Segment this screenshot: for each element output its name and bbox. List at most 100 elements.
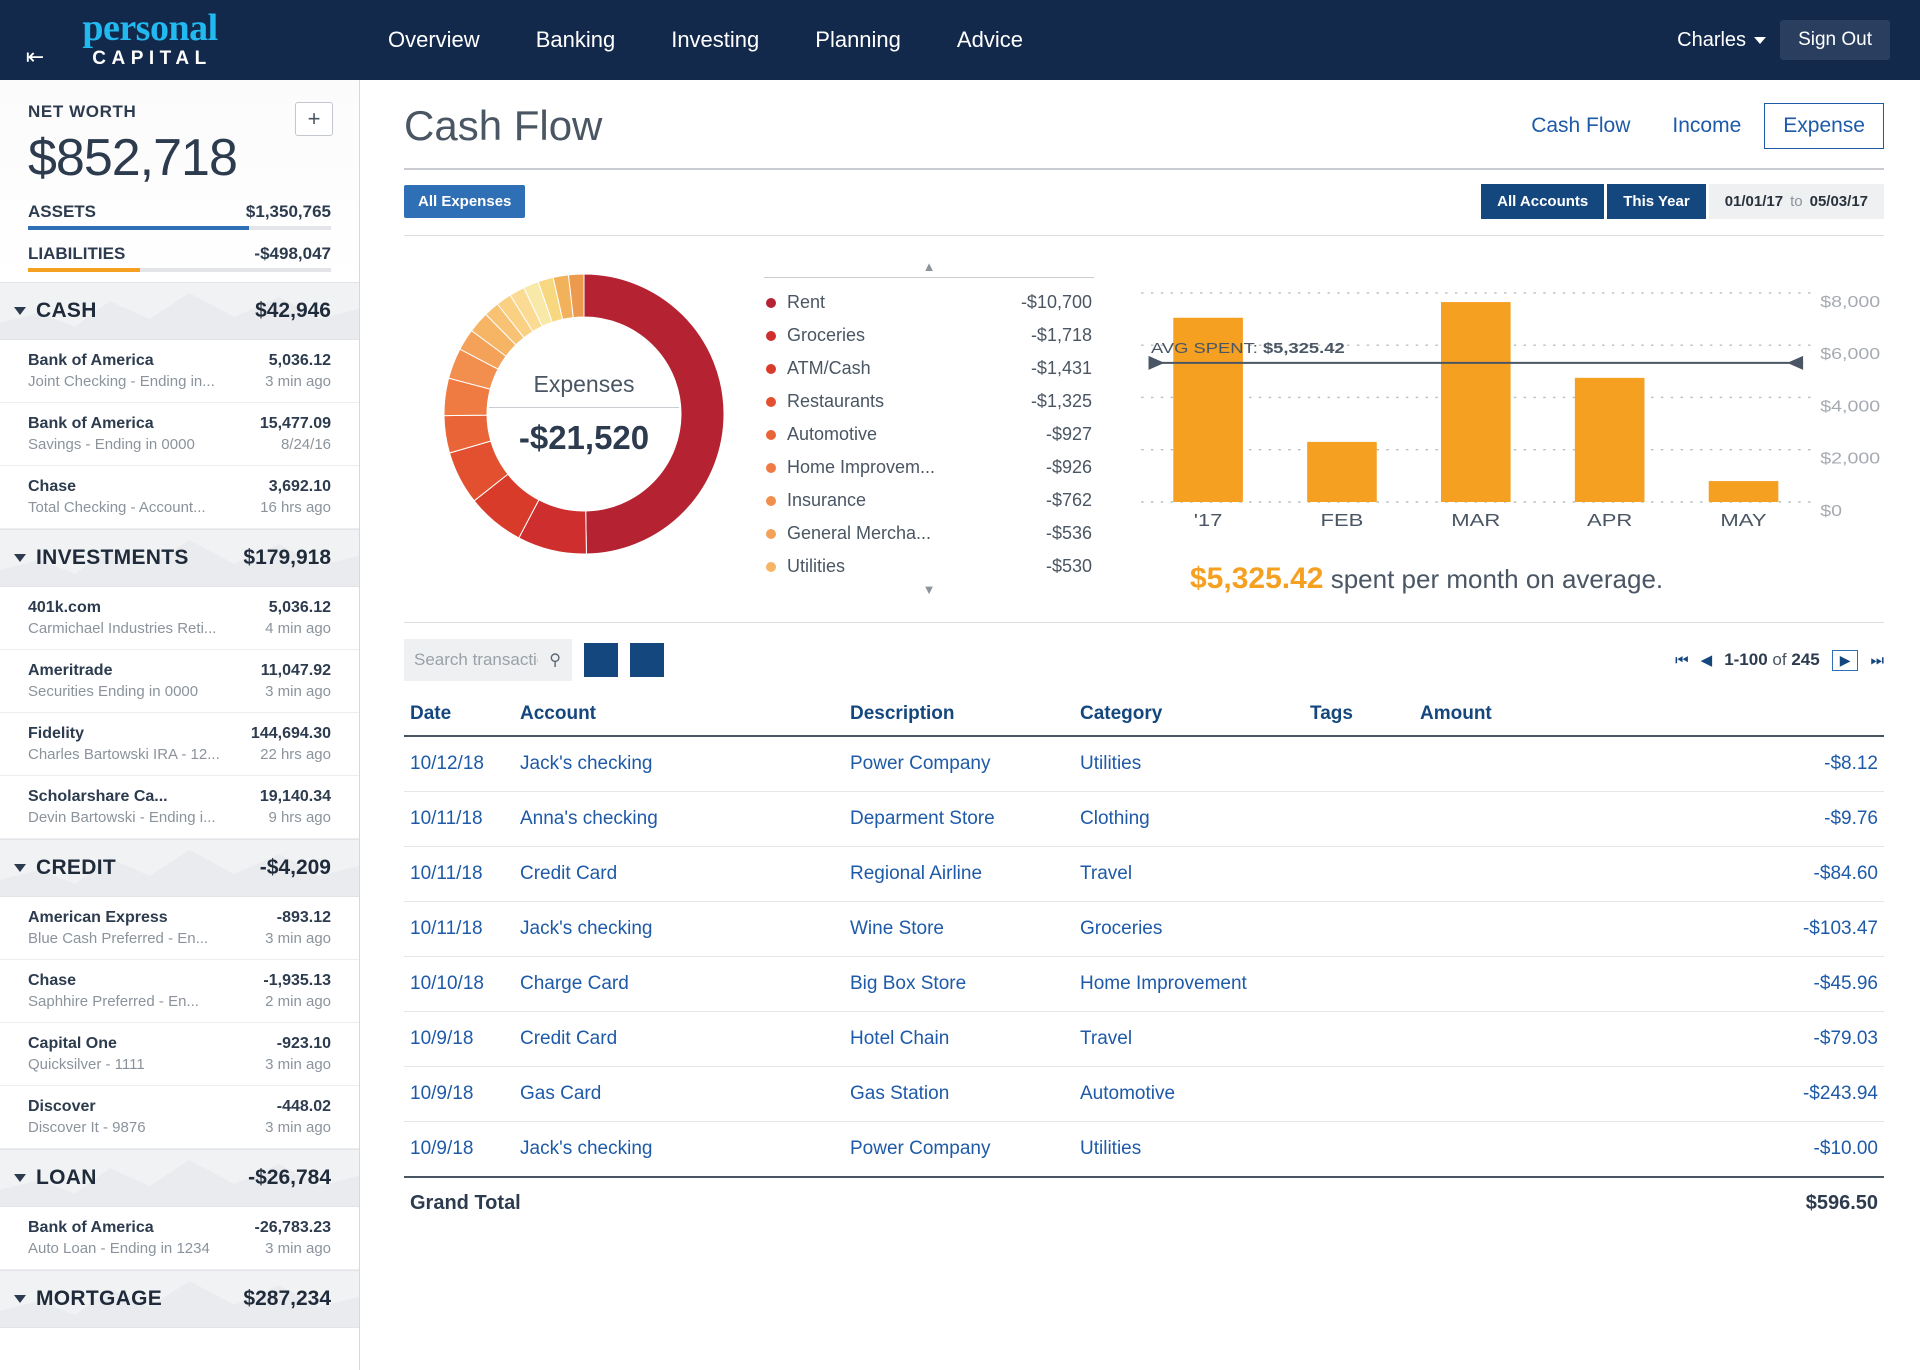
sidebar-section-header-mortgage[interactable]: MORTGAGE $287,234 bbox=[0, 1270, 359, 1328]
cell-date[interactable]: 10/12/18 bbox=[404, 736, 514, 792]
column-header-category[interactable]: Category bbox=[1074, 695, 1304, 737]
next-page-icon[interactable]: ▶ bbox=[1831, 649, 1859, 671]
cell-description[interactable]: Regional Airline bbox=[844, 846, 1074, 902]
tab-cash-flow[interactable]: Cash Flow bbox=[1512, 103, 1649, 149]
legend-item[interactable]: Groceries -$1,718 bbox=[764, 319, 1094, 352]
cell-tags[interactable] bbox=[1304, 1066, 1414, 1122]
cell-account[interactable]: Jack's checking bbox=[514, 1121, 844, 1178]
account-row[interactable]: Chase Total Checking - Account... 3,692.10… bbox=[0, 466, 359, 529]
cell-amount[interactable]: -$9.76 bbox=[1414, 791, 1884, 847]
account-row[interactable]: Bank of America Joint Checking - Ending i… bbox=[0, 340, 359, 403]
period-filter-button[interactable]: This Year bbox=[1607, 184, 1706, 219]
nav-item-planning[interactable]: Planning bbox=[787, 17, 929, 63]
add-account-button[interactable]: + bbox=[295, 102, 333, 136]
cell-category[interactable]: Travel bbox=[1074, 846, 1304, 902]
nav-item-investing[interactable]: Investing bbox=[643, 17, 787, 63]
cell-description[interactable]: Power Company bbox=[844, 736, 1074, 792]
table-row[interactable]: 10/9/18 Jack's checking Power Company Utili… bbox=[404, 1121, 1884, 1178]
cell-description[interactable]: Wine Store bbox=[844, 901, 1074, 957]
cell-category[interactable]: Automotive bbox=[1074, 1066, 1304, 1122]
legend-item[interactable]: General Mercha... -$536 bbox=[764, 517, 1094, 550]
account-row[interactable]: Bank of America Savings - Ending in 0000 1… bbox=[0, 403, 359, 466]
cell-category[interactable]: Utilities bbox=[1074, 1121, 1304, 1178]
sidebar-section-header-credit[interactable]: CREDIT -$4,209 bbox=[0, 839, 359, 897]
sidebar-section-header-loan[interactable]: LOAN -$26,784 bbox=[0, 1149, 359, 1207]
account-row[interactable]: 401k.com Carmichael Industries Reti... 5,0… bbox=[0, 587, 359, 650]
legend-scroll-down-icon[interactable]: ▼ bbox=[764, 583, 1094, 596]
search-transactions-box[interactable]: ⚲ bbox=[404, 639, 572, 681]
cell-description[interactable]: Gas Station bbox=[844, 1066, 1074, 1122]
column-header-description[interactable]: Description bbox=[844, 695, 1074, 737]
legend-item[interactable]: Rent -$10,700 bbox=[764, 286, 1094, 319]
legend-item[interactable]: ATM/Cash -$1,431 bbox=[764, 352, 1094, 385]
sidebar-section-header-investments[interactable]: INVESTMENTS $179,918 bbox=[0, 529, 359, 587]
cell-tags[interactable] bbox=[1304, 956, 1414, 1012]
cell-category[interactable]: Groceries bbox=[1074, 901, 1304, 957]
legend-item[interactable]: Home Improvem... -$926 bbox=[764, 451, 1094, 484]
cell-account[interactable]: Jack's checking bbox=[514, 901, 844, 957]
cell-description[interactable]: Power Company bbox=[844, 1121, 1074, 1178]
date-range-picker[interactable]: 01/01/17 to 05/03/17 bbox=[1708, 184, 1884, 219]
cell-tags[interactable] bbox=[1304, 1121, 1414, 1178]
cell-category[interactable]: Utilities bbox=[1074, 736, 1304, 792]
account-row[interactable]: American Express Blue Cash Preferred - En… bbox=[0, 897, 359, 960]
cell-category[interactable]: Home Improvement bbox=[1074, 956, 1304, 1012]
legend-item[interactable]: Insurance -$762 bbox=[764, 484, 1094, 517]
cell-account[interactable]: Charge Card bbox=[514, 956, 844, 1012]
cell-amount[interactable]: -$243.94 bbox=[1414, 1066, 1884, 1122]
cell-description[interactable]: Deparment Store bbox=[844, 791, 1074, 847]
table-row[interactable]: 10/9/18 Credit Card Hotel Chain Travel -$79.… bbox=[404, 1011, 1884, 1067]
column-header-account[interactable]: Account bbox=[514, 695, 844, 737]
cell-date[interactable]: 10/9/18 bbox=[404, 1011, 514, 1067]
cell-date[interactable]: 10/9/18 bbox=[404, 1066, 514, 1122]
legend-item[interactable]: Utilities -$530 bbox=[764, 550, 1094, 583]
export-icon-button[interactable] bbox=[630, 643, 664, 677]
account-row[interactable]: Scholarshare Ca... Devin Bartowski - Endi… bbox=[0, 776, 359, 839]
cell-account[interactable]: Credit Card bbox=[514, 846, 844, 902]
cell-date[interactable]: 10/11/18 bbox=[404, 791, 514, 847]
nav-item-advice[interactable]: Advice bbox=[929, 17, 1051, 63]
legend-item[interactable]: Restaurants -$1,325 bbox=[764, 385, 1094, 418]
bar[interactable] bbox=[1441, 302, 1511, 502]
collapse-sidebar-icon[interactable]: ⇤ bbox=[0, 0, 70, 80]
table-row[interactable]: 10/9/18 Gas Card Gas Station Automotive -$24… bbox=[404, 1066, 1884, 1122]
cell-description[interactable]: Big Box Store bbox=[844, 956, 1074, 1012]
nav-item-banking[interactable]: Banking bbox=[508, 17, 644, 63]
first-page-icon[interactable]: ⏮ bbox=[1675, 652, 1689, 669]
legend-scroll-up-icon[interactable]: ▲ bbox=[764, 260, 1094, 273]
legend-item[interactable]: Automotive -$927 bbox=[764, 418, 1094, 451]
column-header-tags[interactable]: Tags bbox=[1304, 695, 1414, 737]
cell-date[interactable]: 10/9/18 bbox=[404, 1121, 514, 1178]
cell-account[interactable]: Jack's checking bbox=[514, 736, 844, 792]
table-row[interactable]: 10/12/18 Jack's checking Power Company Util… bbox=[404, 736, 1884, 792]
account-row[interactable]: Capital One Quicksilver - 1111 -923.10 3 mi… bbox=[0, 1023, 359, 1086]
column-header-amount[interactable]: Amount bbox=[1414, 695, 1884, 737]
cell-category[interactable]: Travel bbox=[1074, 1011, 1304, 1067]
user-menu[interactable]: Charles bbox=[1677, 29, 1767, 52]
cell-account[interactable]: Anna's checking bbox=[514, 791, 844, 847]
table-row[interactable]: 10/11/18 Jack's checking Wine Store Groceri… bbox=[404, 901, 1884, 957]
cell-amount[interactable]: -$10.00 bbox=[1414, 1121, 1884, 1178]
sign-out-button[interactable]: Sign Out bbox=[1780, 20, 1890, 60]
column-header-date[interactable]: Date bbox=[404, 695, 514, 737]
last-page-icon[interactable]: ⏭ bbox=[1870, 652, 1884, 669]
cell-date[interactable]: 10/11/18 bbox=[404, 846, 514, 902]
all-expenses-filter-button[interactable]: All Expenses bbox=[404, 185, 526, 218]
cell-account[interactable]: Credit Card bbox=[514, 1011, 844, 1067]
cell-tags[interactable] bbox=[1304, 901, 1414, 957]
table-row[interactable]: 10/10/18 Charge Card Big Box Store Home Imp… bbox=[404, 956, 1884, 1012]
cell-amount[interactable]: -$45.96 bbox=[1414, 956, 1884, 1012]
cell-amount[interactable]: -$8.12 bbox=[1414, 736, 1884, 792]
cell-tags[interactable] bbox=[1304, 791, 1414, 847]
filter-icon-button[interactable] bbox=[584, 643, 618, 677]
account-row[interactable]: Bank of America Auto Loan - Ending in 123… bbox=[0, 1207, 359, 1270]
bar[interactable] bbox=[1574, 377, 1645, 502]
nav-item-overview[interactable]: Overview bbox=[360, 17, 508, 63]
cell-description[interactable]: Hotel Chain bbox=[844, 1011, 1074, 1067]
search-input[interactable] bbox=[404, 639, 572, 681]
account-row[interactable]: Ameritrade Securities Ending in 0000 11,04… bbox=[0, 650, 359, 713]
cell-tags[interactable] bbox=[1304, 846, 1414, 902]
table-row[interactable]: 10/11/18 Credit Card Regional Airline Trave… bbox=[404, 846, 1884, 902]
all-accounts-filter-button[interactable]: All Accounts bbox=[1481, 184, 1605, 219]
cell-amount[interactable]: -$79.03 bbox=[1414, 1011, 1884, 1067]
